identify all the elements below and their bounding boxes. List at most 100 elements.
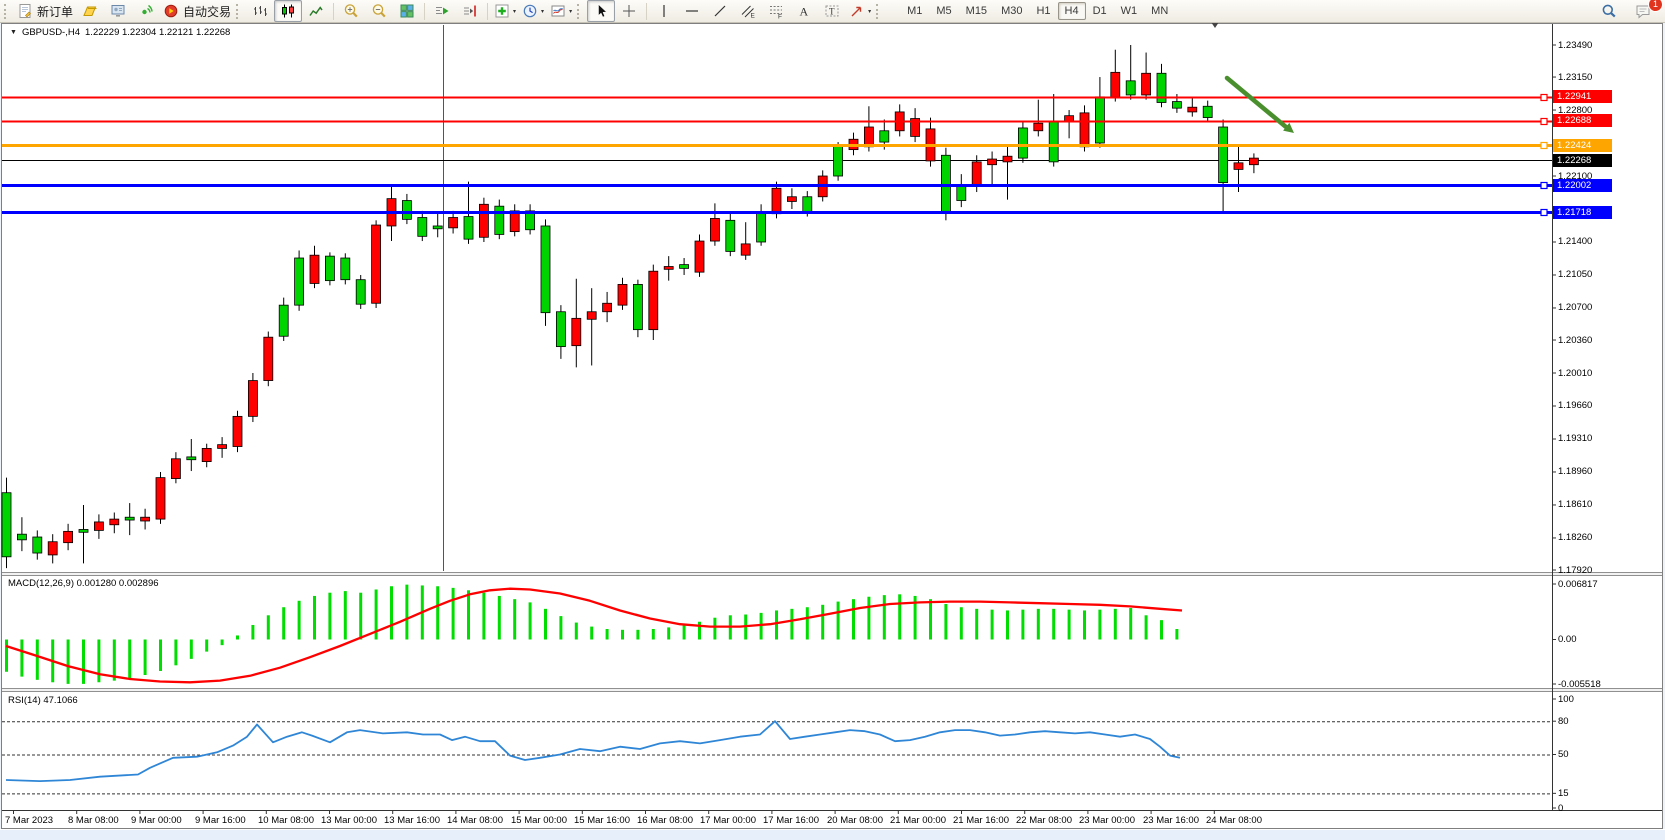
terminal-button[interactable] <box>104 0 132 22</box>
channel-icon: E <box>740 3 756 19</box>
new-order-button-label: 新订单 <box>37 3 73 20</box>
rsi-indicator-label: RSI(14) 47.1066 <box>8 695 78 706</box>
dropdown-caret-icon[interactable]: ▾ <box>513 8 516 15</box>
main-toolbar: 新订单 自动交易 ▾ ▾ ▾ E F A T ▾ M1M5M15M30H1H4D1W1MN 1 <box>0 0 1665 23</box>
vline-tool-icon <box>656 3 672 19</box>
bar-chart-button[interactable] <box>246 0 274 22</box>
chart-symbol-period: GBPUSD-,H4 <box>22 27 80 38</box>
toolbar-grip <box>236 4 242 19</box>
templates-icon <box>550 3 566 19</box>
status-strip <box>0 829 1665 840</box>
toolbar-separator <box>487 3 488 20</box>
dropdown-caret-icon[interactable]: ▾ <box>541 8 544 15</box>
line-chart-button[interactable] <box>302 0 330 22</box>
time-axis-label: 17 Mar 00:00 <box>700 815 756 826</box>
svg-text:T: T <box>829 7 835 17</box>
crosshair-button[interactable] <box>615 0 643 22</box>
dropdown-caret-icon[interactable]: ▾ <box>868 8 871 15</box>
search-icon <box>1601 3 1617 19</box>
notifications-button[interactable]: 1 <box>1629 0 1657 22</box>
toolbar-grip <box>4 4 10 19</box>
autotrading-button[interactable]: 自动交易 <box>160 0 234 22</box>
timeframe-h1[interactable]: H1 <box>1029 2 1057 20</box>
chart-ohlc-values: 1.22229 1.22304 1.22121 1.22268 <box>85 27 230 38</box>
period-icon <box>522 3 538 19</box>
chart-shift-button[interactable] <box>456 0 484 22</box>
indicators-button[interactable]: ▾ <box>491 0 519 22</box>
chart-canvas[interactable] <box>0 0 1665 839</box>
tile-windows-button[interactable] <box>393 0 421 22</box>
svg-text:A: A <box>800 5 809 19</box>
time-axis-label: 9 Mar 00:00 <box>131 815 182 826</box>
hline-price-label: 1.21718 <box>1553 206 1612 219</box>
vertical-line-button[interactable] <box>650 0 678 22</box>
zoom-out-button[interactable] <box>365 0 393 22</box>
cursor-button[interactable] <box>587 0 615 22</box>
new-order-icon <box>17 3 33 19</box>
time-axis-label: 14 Mar 08:00 <box>447 815 503 826</box>
timeframe-h4[interactable]: H4 <box>1058 2 1086 20</box>
dropdown-caret-icon[interactable]: ▾ <box>569 8 572 15</box>
label-button[interactable]: T <box>818 0 846 22</box>
time-axis-label: 7 Mar 2023 <box>5 815 53 826</box>
hline-price-label: 1.22941 <box>1553 90 1612 103</box>
news-button[interactable] <box>132 0 160 22</box>
timeframe-bar: M1M5M15M30H1H4D1W1MN <box>900 2 1175 20</box>
cursor-icon <box>593 3 609 19</box>
zoom-in-button[interactable] <box>337 0 365 22</box>
timeframe-m15[interactable]: M15 <box>959 2 994 20</box>
notification-badge: 1 <box>1648 0 1663 12</box>
time-axis-label: 22 Mar 08:00 <box>1016 815 1072 826</box>
collapse-chart-icon[interactable]: ▼ <box>10 29 17 36</box>
timeframe-mn[interactable]: MN <box>1144 2 1175 20</box>
time-axis-label: 20 Mar 08:00 <box>827 815 883 826</box>
fibonacci-button[interactable]: F <box>762 0 790 22</box>
time-axis-label: 21 Mar 00:00 <box>890 815 946 826</box>
autotrading-icon <box>163 3 179 19</box>
price-axis-tick: 1.19310 <box>1558 433 1592 444</box>
channel-button[interactable]: E <box>734 0 762 22</box>
new-order-button[interactable]: 新订单 <box>14 0 76 22</box>
time-axis-label: 23 Mar 00:00 <box>1079 815 1135 826</box>
timeframe-m30[interactable]: M30 <box>994 2 1029 20</box>
search-button[interactable] <box>1595 0 1623 22</box>
label-icon: T <box>824 3 840 19</box>
timeframe-w1[interactable]: W1 <box>1114 2 1145 20</box>
horizontal-line-button[interactable] <box>678 0 706 22</box>
timeframe-d1[interactable]: D1 <box>1086 2 1114 20</box>
arrows-button[interactable]: ▾ <box>846 0 874 22</box>
arrows-icon <box>849 3 865 19</box>
macd-indicator-label: MACD(12,26,9) 0.001280 0.002896 <box>8 578 159 589</box>
price-axis-tick: 1.17920 <box>1558 565 1592 576</box>
hline-price-label: 1.22002 <box>1553 179 1612 192</box>
templates-button[interactable]: ▾ <box>547 0 575 22</box>
zoom-out-icon <box>371 3 387 19</box>
hline-tool-icon <box>684 3 700 19</box>
candlestick-chart-button[interactable] <box>274 0 302 22</box>
news-icon <box>138 3 154 19</box>
time-axis-label: 9 Mar 16:00 <box>195 815 246 826</box>
chart-shift-icon <box>462 3 478 19</box>
price-axis-tick: 1.21400 <box>1558 236 1592 247</box>
profiles-button[interactable] <box>76 0 104 22</box>
profiles-icon <box>82 3 98 19</box>
trendline-button[interactable] <box>706 0 734 22</box>
periods-button[interactable]: ▾ <box>519 0 547 22</box>
auto-scroll-button[interactable] <box>428 0 456 22</box>
rsi-axis-tick: 15 <box>1558 788 1569 799</box>
timeframe-m1[interactable]: M1 <box>900 2 929 20</box>
macd-axis-tick: 0.006817 <box>1558 579 1598 590</box>
toolbar-separator <box>333 3 334 20</box>
price-axis-tick: 1.23150 <box>1558 72 1592 83</box>
time-axis-label: 15 Mar 00:00 <box>511 815 567 826</box>
time-axis-label: 16 Mar 08:00 <box>637 815 693 826</box>
price-axis-tick: 1.18960 <box>1558 466 1592 477</box>
svg-text:F: F <box>778 14 782 20</box>
timeframe-m5[interactable]: M5 <box>929 2 958 20</box>
time-axis-label: 13 Mar 16:00 <box>384 815 440 826</box>
toolbar-grip <box>577 4 583 19</box>
crosshair-icon <box>621 3 637 19</box>
hline-price-label: 1.22424 <box>1553 139 1612 152</box>
text-button[interactable]: A <box>790 0 818 22</box>
candles-chart-icon <box>280 3 296 19</box>
